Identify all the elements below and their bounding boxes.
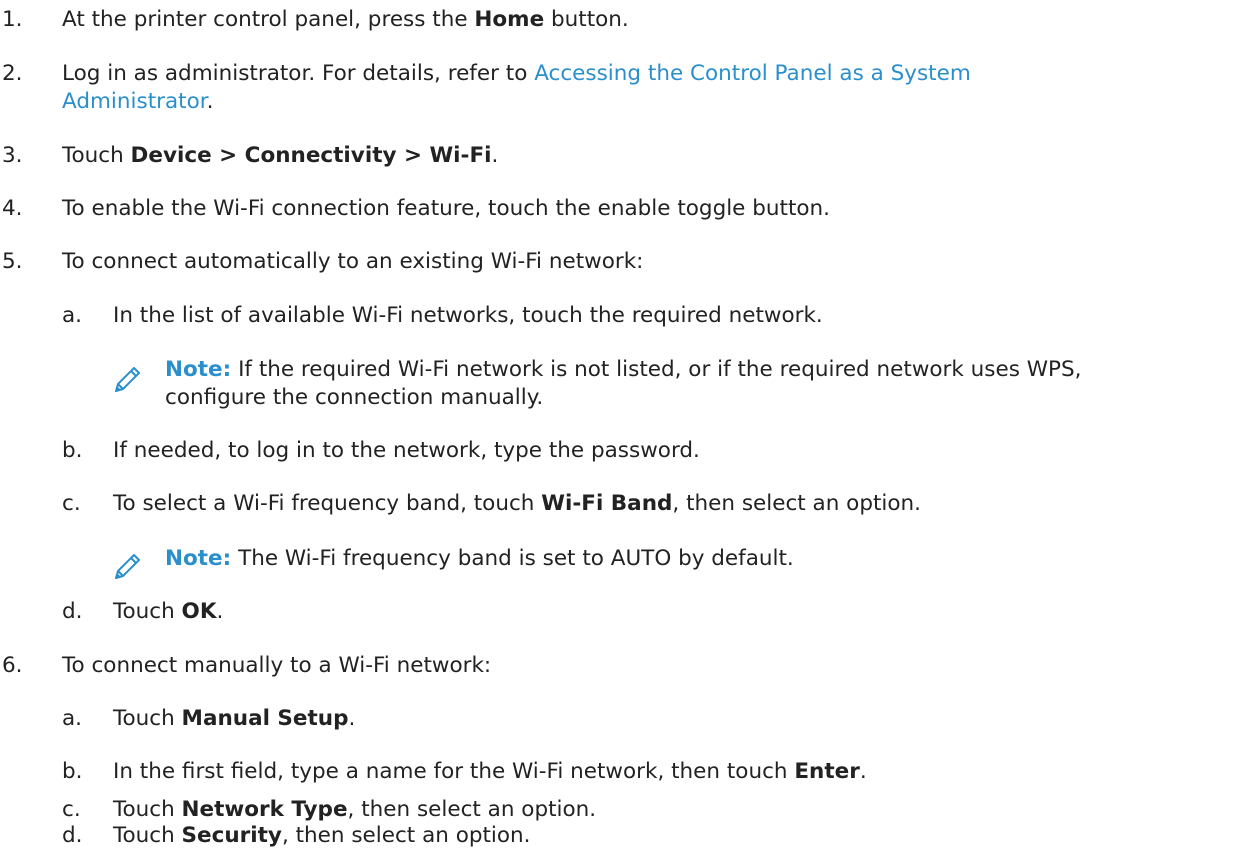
step-number: 6.: [2, 653, 23, 678]
substep-letter: b.: [62, 759, 83, 784]
substep-text: Touch OK.: [113, 599, 224, 624]
step-number: 5.: [2, 249, 23, 274]
substep-letter: d.: [62, 599, 83, 624]
step-number: 4.: [2, 196, 23, 221]
substep-text: Touch Network Type, then select an optio…: [113, 797, 597, 822]
step-text: Log in as administrator. For details, re…: [62, 61, 971, 86]
step-text: To enable the Wi-Fi connection feature, …: [62, 196, 830, 221]
substep-letter: d.: [62, 823, 83, 848]
pencil-note-icon: [115, 367, 140, 392]
note-1: Note: If the required Wi-Fi network is n…: [165, 357, 1082, 410]
substep-text: To select a Wi-Fi frequency band, touch …: [113, 491, 921, 516]
step-number: 3.: [2, 143, 23, 168]
substep-text: In the first field, type a name for the …: [113, 759, 867, 784]
step-number: 1.: [2, 7, 23, 32]
step-number: 2.: [2, 61, 23, 86]
note-label: Note:: [165, 546, 232, 571]
substep-letter: a.: [62, 706, 83, 731]
substep-letter: b.: [62, 438, 83, 463]
step-text: To connect manually to a Wi-Fi network:: [62, 653, 492, 678]
substep-letter: c.: [62, 797, 81, 822]
substep-text: Touch Security, then select an option.: [113, 823, 531, 848]
note-label: Note:: [165, 357, 232, 382]
step-text: Touch Device > Connectivity > Wi-Fi.: [62, 143, 499, 168]
substep-letter: c.: [62, 491, 81, 516]
pencil-note-icon: [115, 554, 140, 579]
menu-path: Device > Connectivity > Wi-Fi: [130, 143, 492, 168]
substep-text: If needed, to log in to the network, typ…: [113, 438, 700, 463]
step-text: To connect automatically to an existing …: [62, 249, 644, 274]
home-button-label: Home: [474, 7, 545, 32]
admin-access-link[interactable]: Accessing the Control Panel as a System: [534, 61, 971, 86]
substep-letter: a.: [62, 303, 83, 328]
step-text: At the printer control panel, press the …: [62, 7, 629, 32]
substep-text: In the list of available Wi-Fi networks,…: [113, 303, 823, 328]
admin-access-link-cont[interactable]: Administrator: [62, 89, 207, 114]
substep-text: Touch Manual Setup.: [113, 706, 356, 731]
procedure-page: 1. At the printer control panel, press t…: [0, 0, 1233, 850]
note-2: Note: The Wi-Fi frequency band is set to…: [165, 546, 794, 571]
